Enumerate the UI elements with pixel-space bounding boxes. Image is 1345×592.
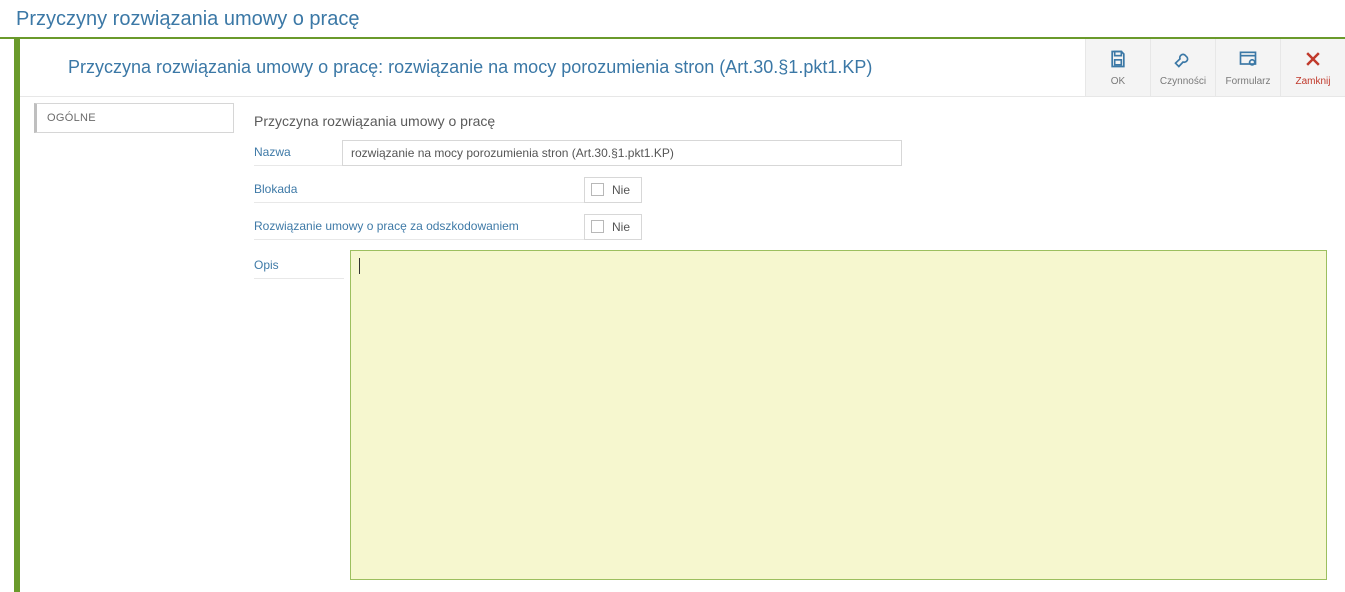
actions-button[interactable]: Czynności [1150,39,1215,96]
name-input[interactable] [342,140,902,166]
compensation-label: Rozwiązanie umowy o pracę za odszkodowan… [254,213,584,240]
form-panel: Przyczyna rozwiązania umowy o pracę: roz… [14,39,1345,592]
text-caret-icon [359,258,360,274]
side-tabs: OGÓLNE [34,103,234,133]
close-icon [1303,49,1323,72]
ok-button[interactable]: OK [1085,39,1150,96]
checkbox-box-icon [591,183,604,196]
panel-header: Przyczyna rozwiązania umowy o pracę: roz… [20,39,1345,97]
toolbar: OK Czynności Formularz [1085,39,1345,96]
lock-checkbox[interactable]: Nie [584,177,642,203]
form-area: Przyczyna rozwiązania umowy o pracę Nazw… [234,103,1345,592]
close-button[interactable]: Zamknij [1280,39,1345,96]
row-compensation: Rozwiązanie umowy o pracę za odszkodowan… [254,213,1333,240]
form-button[interactable]: Formularz [1215,39,1280,96]
toolbar-label: Zamknij [1295,76,1330,87]
page-title: Przyczyny rozwiązania umowy o pracę [0,0,1345,37]
checkbox-box-icon [591,220,604,233]
save-icon [1108,49,1128,72]
tab-general[interactable]: OGÓLNE [34,103,234,133]
description-textarea[interactable] [350,250,1327,580]
description-label: Opis [254,252,344,279]
panel-title: Przyczyna rozwiązania umowy o pracę: roz… [20,39,1085,96]
row-name: Nazwa [254,139,1333,166]
compensation-checkbox[interactable]: Nie [584,214,642,240]
compensation-value-text: Nie [612,220,630,234]
row-lock: Blokada Nie [254,176,1333,203]
name-label: Nazwa [254,139,342,166]
toolbar-label: OK [1111,76,1125,87]
row-description: Opis [254,250,1333,580]
toolbar-label: Formularz [1225,76,1270,87]
lock-value-text: Nie [612,183,630,197]
section-title: Przyczyna rozwiązania umowy o pracę [254,107,1333,139]
toolbar-label: Czynności [1160,76,1206,87]
form-settings-icon [1238,49,1258,72]
lock-label: Blokada [254,176,584,203]
wrench-icon [1173,49,1193,72]
